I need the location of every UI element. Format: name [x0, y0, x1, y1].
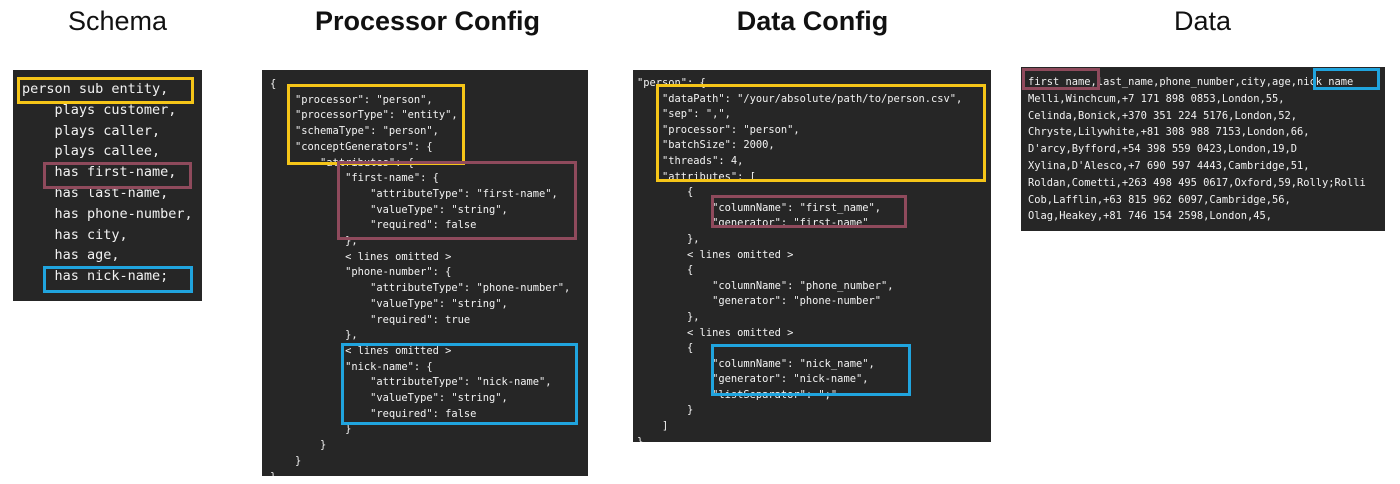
processor-config-panel: { "processor": "person", "processorType"…: [262, 70, 588, 476]
processor-highlight-nick-name: [341, 343, 578, 425]
processor-highlight-header: [287, 84, 465, 165]
data-config-highlight-first-name: [711, 195, 907, 228]
schema-highlight-nick-name: [43, 266, 193, 293]
data-config-highlight-nick-name: [711, 344, 911, 396]
data-csv-code: first_name,last_name,phone_number,city,a…: [1028, 76, 1366, 231]
processor-highlight-first-name: [337, 161, 577, 240]
data-panel: first_name,last_name,phone_number,city,a…: [1021, 67, 1385, 231]
data-config-highlight-header: [656, 84, 986, 182]
data-config-heading: Data Config: [736, 6, 889, 36]
data-highlight-nick-name: [1313, 68, 1380, 90]
schema-highlight-first-name: [43, 162, 192, 189]
data-heading: Data: [1173, 6, 1232, 36]
processor-config-heading: Processor Config: [314, 6, 541, 36]
schema-heading: Schema: [67, 6, 168, 36]
data-config-panel: "person": { "dataPath": "/your/absolute/…: [633, 70, 991, 442]
schema-highlight-entity: [17, 77, 194, 104]
schema-panel: person sub entity, plays customer, plays…: [13, 70, 202, 301]
data-highlight-first-name: [1022, 68, 1100, 90]
